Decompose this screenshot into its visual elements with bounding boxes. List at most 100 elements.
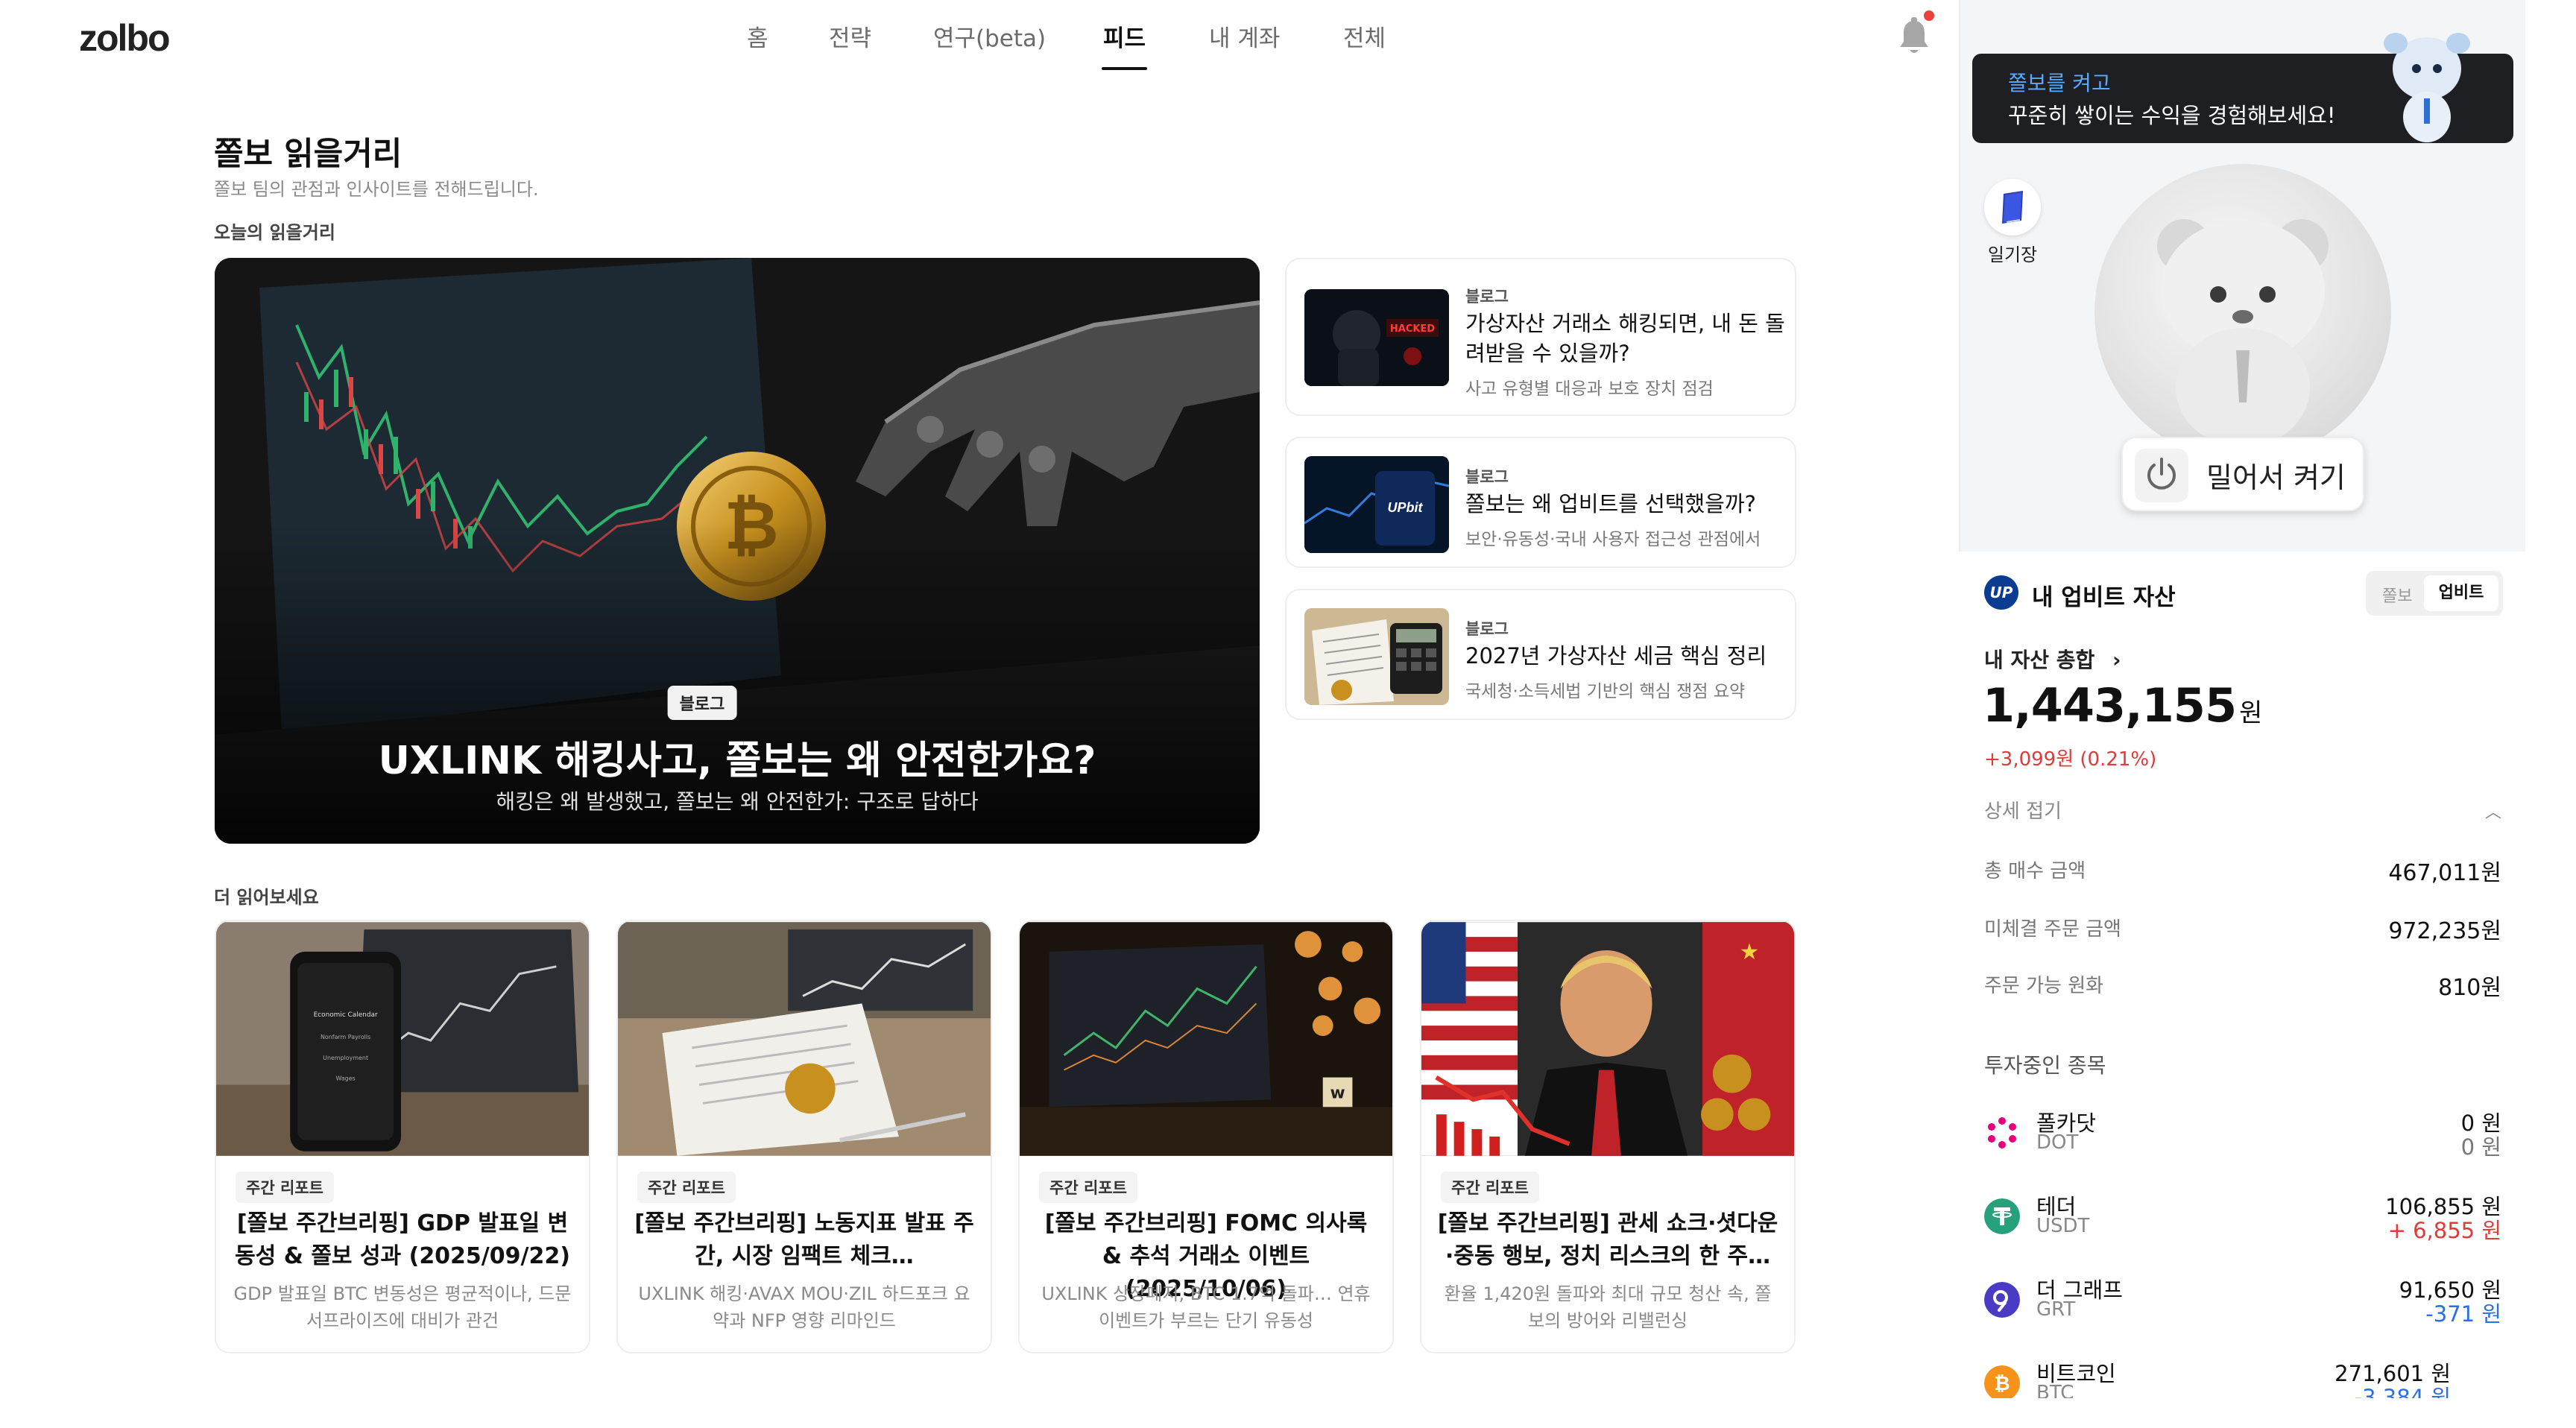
- tab-home[interactable]: 홈: [747, 19, 768, 53]
- currency-unit: 원: [2239, 698, 2262, 728]
- promo-line-1: 쫄보를 켜고: [2008, 71, 2111, 95]
- bitcoin-icon: ₿: [1984, 1365, 2020, 1398]
- article-thumbnail: [1304, 608, 1449, 705]
- svg-text:w: w: [1330, 1084, 1345, 1102]
- side-article-card[interactable]: 블로그 2027년 가상자산 세금 핵심 정리 국세청·소득세법 기반의 핵심 …: [1285, 589, 1796, 720]
- polkadot-icon: [1988, 1117, 2016, 1149]
- report-title[interactable]: [쫄보 주간브리핑] 관세 쇼크·셧다운·중동 행보, 정치 리스크의 한 주…: [1436, 1207, 1779, 1273]
- article-description: 보안·유동성·국내 사용자 접근성 관점에서: [1465, 530, 1761, 549]
- today-label: 오늘의 읽을거리: [214, 222, 335, 243]
- coin-symbol: USDT: [2036, 1215, 2090, 1237]
- diary-label: 일기장: [1987, 244, 2038, 265]
- coin-change: -371 원: [2425, 1301, 2501, 1327]
- article-title[interactable]: 쫄보는 왜 업비트를 선택했을까?: [1465, 489, 1786, 519]
- payrolls-text: Nonfarm Payrolls: [321, 1034, 370, 1040]
- more-label: 더 읽어보세요: [214, 887, 319, 908]
- power-icon: [2135, 449, 2188, 502]
- total-assets-amount: 1,443,155 원: [1983, 678, 2262, 733]
- tether-icon: [1984, 1198, 2020, 1234]
- toggle-option-upbit[interactable]: 업비트: [2424, 575, 2498, 611]
- notification-dot: [1924, 10, 1934, 21]
- page-subtitle: 쫄보 팀의 관점과 인사이트를 전해드립니다.: [214, 179, 539, 200]
- svg-text:★: ★: [1740, 939, 1760, 965]
- coin-symbol: GRT: [2036, 1298, 2076, 1321]
- article-description: 국세청·소득세법 기반의 핵심 쟁점 요약: [1465, 682, 1746, 701]
- holding-row[interactable]: ₿ 비트코인 BTC 271,601 원 -3,384 원: [1959, 1342, 2525, 1398]
- the-graph-icon: [1984, 1282, 2020, 1318]
- coin-symbol: BTC: [2036, 1382, 2074, 1398]
- report-description: GDP 발표일 BTC 변동성은 평균적이나, 드문 서프라이즈에 대비가 관건: [233, 1283, 572, 1331]
- tab-feed[interactable]: 피드: [1101, 19, 1148, 70]
- report-image: w: [1020, 922, 1392, 1156]
- report-title[interactable]: [쫄보 주간브리핑] 노동지표 발표 주간, 시장 임팩트 체크…: [633, 1207, 976, 1273]
- side-article-card[interactable]: UPbit 블로그 쫄보는 왜 업비트를 선택했을까? 보안·유동성·국내 사용…: [1285, 437, 1796, 568]
- bot-orb: [2094, 164, 2391, 461]
- report-description: UXLINK 상장폐지, BTC 1.7억 돌파… 연휴 이벤트가 부르는 단기…: [1041, 1283, 1371, 1331]
- total-assets-label: 내 자산 총합: [1984, 648, 2095, 672]
- article-category: 블로그: [1465, 620, 1509, 638]
- report-image: [618, 922, 991, 1156]
- hero-subtitle: 해킹은 왜 발생했고, 쫄보는 왜 안전한가: 구조로 답하다: [496, 789, 979, 814]
- asset-title: 내 업비트 자산: [2032, 584, 2176, 611]
- article-category: 블로그: [1465, 468, 1509, 486]
- wages-text: Wages: [336, 1075, 356, 1082]
- report-tag: 주간 리포트: [637, 1172, 736, 1203]
- diary-book-icon: [2002, 191, 2023, 224]
- article-title[interactable]: 2027년 가상자산 세금 핵심 정리: [1465, 641, 1786, 671]
- diary-button[interactable]: [1984, 179, 2041, 236]
- side-article-card[interactable]: HACKED 블로그 가상자산 거래소 해킹되면, 내 돈 돌려받을 수 있을까…: [1285, 258, 1796, 416]
- article-thumbnail: HACKED: [1304, 289, 1449, 386]
- svg-text:₿: ₿: [1994, 1373, 2010, 1395]
- coin-symbol: DOT: [2036, 1131, 2079, 1154]
- report-image: ★: [1421, 922, 1794, 1156]
- hero-title[interactable]: UXLINK 해킹사고, 쫄보는 왜 안전한가요?: [215, 729, 1260, 785]
- report-tag: 주간 리포트: [1039, 1172, 1137, 1203]
- detail-label: 주문 가능 원화: [1984, 975, 2104, 997]
- chevron-right-icon: ›: [2112, 648, 2121, 672]
- total-assets-change: +3,099원 (0.21%): [1984, 748, 2157, 771]
- tab-all[interactable]: 전체: [1343, 19, 1386, 53]
- report-tag: 주간 리포트: [236, 1172, 334, 1203]
- report-title[interactable]: [쫄보 주간브리핑] GDP 발표일 변동성 & 쫄보 성과 (2025/09/…: [231, 1207, 574, 1273]
- article-description: 사고 유형별 대응과 보호 장치 점검: [1465, 379, 1714, 399]
- detail-label: 미체결 주문 금액: [1984, 918, 2121, 941]
- report-card[interactable]: w 주간 리포트 [쫄보 주간브리핑] FOMC 의사록 & 추석 거래소 이벤…: [1018, 920, 1394, 1353]
- promo-banner[interactable]: 쫄보를 켜고 꾸준히 쌓이는 수익을 경험해보세요!: [1972, 33, 2513, 143]
- slide-to-activate-button[interactable]: 밀어서 켜기: [2121, 437, 2364, 511]
- article-thumbnail: UPbit: [1304, 456, 1449, 553]
- bell-icon[interactable]: [1898, 16, 1931, 57]
- total-assets-link[interactable]: 내 자산 총합 ›: [1984, 644, 2121, 674]
- slide-label: 밀어서 켜기: [2206, 461, 2346, 494]
- report-card[interactable]: Economic Calendar Nonfarm Payrolls Unemp…: [215, 920, 590, 1353]
- unemployment-text: Unemployment: [323, 1055, 368, 1061]
- toggle-option-zolbo[interactable]: 쫄보: [2382, 583, 2412, 607]
- zolbo-logo[interactable]: zolbo: [79, 16, 171, 60]
- promo-line-2: 꾸준히 쌓이는 수익을 경험해보세요!: [2008, 103, 2336, 128]
- bear-mascot-icon: [2157, 219, 2329, 447]
- hacked-text: HACKED: [1390, 323, 1435, 335]
- holdings-title: 투자중인 종목: [1984, 1053, 2106, 1078]
- coin-change: -3,384 원: [2354, 1385, 2451, 1398]
- upbit-text: UPbit: [1388, 500, 1424, 515]
- tab-strategy[interactable]: 전략: [829, 19, 871, 53]
- tab-research[interactable]: 연구(beta): [933, 19, 1046, 53]
- hero-category-badge: 블로그: [667, 686, 737, 720]
- detail-value: 810원: [2438, 975, 2501, 1001]
- chevron-up-icon[interactable]: ︿: [2485, 799, 2501, 823]
- coin-change: 0 원: [2460, 1134, 2501, 1160]
- collapse-details-toggle[interactable]: 상세 접기: [1984, 796, 2062, 824]
- upbit-logo-icon: UP: [1984, 575, 2018, 610]
- economic-calendar-text: Economic Calendar: [314, 1011, 378, 1019]
- tab-my-account[interactable]: 내 계좌: [1209, 19, 1280, 53]
- report-description: 환율 1,420원 돌파와 최대 규모 청산 속, 쫄보의 방어와 리밸런싱: [1444, 1283, 1772, 1331]
- report-card[interactable]: ★ 주간 리포트 [쫄보 주간브리핑] 관세 쇼크·셧다운·중동 행보, 정치 …: [1420, 920, 1796, 1353]
- report-description: UXLINK 해킹·AVAX MOU·ZIL 하드포크 요약과 NFP 영향 리…: [638, 1283, 970, 1331]
- mascot-icon: [2384, 33, 2470, 142]
- page-title: 쫄보 읽을거리: [214, 136, 402, 173]
- report-tag: 주간 리포트: [1441, 1172, 1539, 1203]
- coin-change: + 6,855 원: [2387, 1218, 2501, 1243]
- report-card[interactable]: 주간 리포트 [쫄보 주간브리핑] 노동지표 발표 주간, 시장 임팩트 체크……: [616, 920, 992, 1353]
- asset-source-toggle[interactable]: 쫄보 업비트: [2366, 571, 2503, 616]
- detail-label: 총 매수 금액: [1984, 860, 2086, 882]
- article-title[interactable]: 가상자산 거래소 해킹되면, 내 돈 돌려받을 수 있을까?: [1465, 309, 1786, 368]
